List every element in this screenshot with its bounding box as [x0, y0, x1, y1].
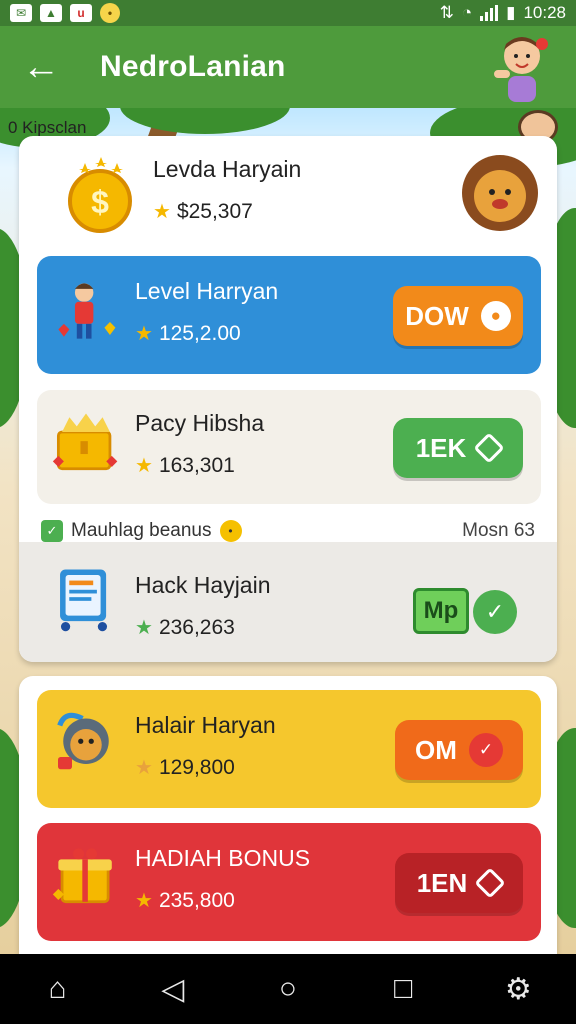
- en-button[interactable]: 1EN: [395, 853, 523, 913]
- coin-icon: •: [219, 520, 242, 542]
- star-icon: ★: [135, 455, 153, 477]
- row-value: 125,2.00: [158, 321, 241, 345]
- button-label: 1EK: [415, 432, 467, 463]
- mp-button[interactable]: Mp: [413, 588, 469, 634]
- row-title: Hack Hayjain: [135, 572, 271, 598]
- reward-row-4[interactable]: Hack Hayjain ★ 236,263 Mp ✓: [19, 542, 557, 662]
- notification-photo-icon: ▲: [40, 4, 62, 22]
- status-icons-left: ✉ ▲ u •: [10, 3, 120, 23]
- notification-mail-icon: ✉: [10, 4, 32, 22]
- reward-row-3[interactable]: Pacy Hibsha ★ 163,301 1EK: [37, 390, 541, 504]
- row-value: 235,800: [158, 888, 235, 912]
- star-icon: ★: [135, 323, 153, 345]
- reward-row-6[interactable]: HADIAH BONUS ★ 235,800 1EN: [37, 823, 541, 941]
- diamond-icon: [473, 432, 505, 464]
- signal-icon: [480, 5, 499, 21]
- data-arrows-icon: ⇅: [439, 3, 454, 22]
- section-left-label: Mauhlag beanus: [71, 520, 212, 541]
- status-time: 10:28: [523, 3, 566, 22]
- rewards-panel: $ Levda Haryain ★ $25,307 Level Harryan …: [19, 136, 557, 662]
- star-icon: ★: [135, 890, 153, 912]
- battery-icon: ▮: [506, 3, 516, 22]
- home-icon[interactable]: ⌂: [30, 961, 86, 1017]
- check-badge-icon[interactable]: ✓: [473, 590, 517, 634]
- settings-icon[interactable]: ⚙: [490, 961, 546, 1017]
- section-right-label: Mosn 63: [462, 520, 535, 541]
- om-button[interactable]: OM ✓: [395, 720, 523, 780]
- page-title: NedroLanian: [100, 50, 286, 83]
- app-bar: ← NedroLanian: [0, 26, 576, 108]
- star-icon: ★: [135, 617, 153, 639]
- boy-character-icon: [58, 283, 116, 339]
- home-circle-icon[interactable]: ○: [260, 961, 316, 1017]
- circle-icon: ●: [480, 301, 511, 331]
- ek-button[interactable]: 1EK: [393, 418, 523, 478]
- recents-square-icon[interactable]: □: [375, 961, 431, 1017]
- row-title: HADIAH BONUS: [135, 845, 311, 871]
- status-icons-right: ⇅ ◔ ▮ 10:28: [440, 3, 566, 23]
- star-icon: ★: [153, 201, 171, 223]
- system-nav-bar: ⌂ ◁ ○ □ ⚙: [0, 954, 576, 1024]
- tablet-device-icon: [60, 569, 108, 632]
- checkbox-icon[interactable]: ✓: [41, 520, 63, 542]
- back-arrow-icon[interactable]: ←: [22, 48, 66, 86]
- gold-coin-icon: $: [65, 157, 135, 233]
- heart-check-icon: ✓: [468, 733, 503, 767]
- button-label: OM: [415, 734, 457, 765]
- treasure-chest-icon: [52, 413, 118, 471]
- notification-app-icon: u: [70, 4, 92, 22]
- button-label: Mp: [423, 597, 459, 624]
- row-title: Pacy Hibsha: [135, 410, 265, 436]
- reward-row-5[interactable]: Halair Haryan ★ 129,800 OM ✓: [37, 690, 541, 808]
- row-title: Halair Haryan: [135, 712, 276, 738]
- row-value: 129,800: [158, 755, 235, 779]
- scene-caption: 0 Kipsclan: [8, 118, 87, 137]
- gift-box-icon: [52, 848, 112, 904]
- button-label: 1EN: [416, 867, 468, 898]
- star-icon: ★: [135, 757, 153, 779]
- svg-text:$: $: [91, 184, 109, 220]
- back-triangle-icon[interactable]: ◁: [145, 961, 201, 1017]
- status-bar: ✉ ▲ u • ⇅ ◔ ▮ 10:28: [0, 0, 576, 26]
- reward-row-2[interactable]: Level Harryan ★ 125,2.00 DOW ●: [37, 256, 541, 374]
- button-label: DOW: [405, 300, 469, 331]
- reward-row-1[interactable]: $ Levda Haryain ★ $25,307: [37, 136, 541, 256]
- monkey-mascot-icon: [57, 712, 109, 770]
- dow-button[interactable]: DOW ●: [393, 286, 523, 346]
- wifi-icon: ◔: [461, 3, 473, 22]
- lion-mascot-icon: [462, 155, 538, 231]
- row-title: Levda Haryain: [153, 156, 302, 182]
- kid-mascot-icon: [494, 37, 548, 102]
- bonus-panel: Halair Haryan ★ 129,800 OM ✓ HADIAH BONUS…: [19, 676, 557, 954]
- row-title: Level Harryan: [135, 278, 279, 304]
- row-value: 236,263: [158, 615, 235, 639]
- row-value: $25,307: [176, 199, 253, 223]
- notification-emoji-icon: •: [100, 3, 120, 23]
- row-value: 163,301: [158, 453, 235, 477]
- diamond-icon: [474, 867, 506, 899]
